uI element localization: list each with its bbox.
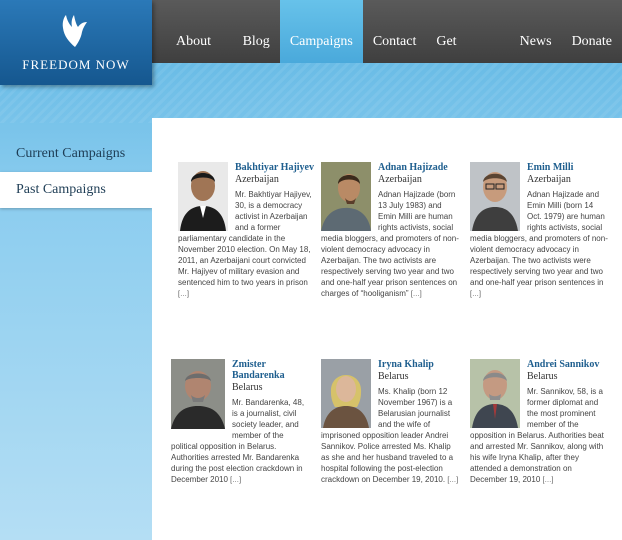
read-more-link[interactable]: […] — [447, 477, 458, 484]
nav-donate[interactable]: Donate — [562, 0, 622, 63]
dove-icon — [62, 15, 87, 47]
nav-news[interactable]: News — [510, 0, 562, 63]
read-more-link[interactable]: […] — [543, 477, 554, 484]
read-more-link[interactable]: […] — [178, 291, 189, 298]
sidebar-item-past-campaigns[interactable]: Past Campaigns — [0, 172, 152, 208]
campaign-card: Iryna Khalip Belarus Ms. Khalip (born 12… — [321, 359, 461, 486]
campaign-card: Emin Milli Azerbaijan Adnan Hajizade and… — [470, 162, 610, 300]
portrait-photo[interactable] — [321, 162, 371, 231]
portrait-photo[interactable] — [178, 162, 228, 231]
sidebar-item-current-campaigns[interactable]: Current Campaigns — [0, 138, 152, 170]
nav-contact[interactable]: Contact — [363, 0, 427, 63]
read-more-link[interactable]: […] — [411, 291, 422, 298]
site-logo[interactable]: FREEDOM NOW — [0, 0, 152, 85]
main-nav: About Us Blog Campaigns Contact Get Invo… — [166, 0, 622, 133]
portrait-photo[interactable] — [470, 162, 520, 231]
read-more-link[interactable]: […] — [470, 291, 481, 298]
campaign-card: Bakhtiyar Hajiyev Azerbaijan Mr. Bakhtiy… — [178, 162, 318, 300]
read-more-link[interactable]: […] — [230, 477, 241, 484]
logo-text: FREEDOM NOW — [22, 57, 130, 72]
campaign-card: Andrei Sannikov Belarus Mr. Sannikov, 58… — [470, 359, 610, 486]
portrait-photo[interactable] — [470, 359, 520, 428]
campaign-card: Zmister Bandarenka Belarus Mr. Bandarenk… — [171, 359, 311, 486]
campaign-card: Adnan Hajizade Azerbaijan Adnan Hajizade… — [321, 162, 461, 300]
sidebar: Current Campaigns Past Campaigns — [0, 138, 152, 208]
nav-campaigns[interactable]: Campaigns — [279, 0, 363, 63]
campaigns-content: Bakhtiyar Hajiyev Azerbaijan Mr. Bakhtiy… — [152, 118, 622, 540]
nav-about-us[interactable]: About Us — [166, 0, 233, 133]
portrait-photo[interactable] — [171, 359, 225, 429]
nav-get-involved[interactable]: Get Involved — [426, 0, 509, 133]
portrait-photo[interactable] — [321, 359, 371, 428]
nav-blog[interactable]: Blog — [233, 0, 280, 63]
